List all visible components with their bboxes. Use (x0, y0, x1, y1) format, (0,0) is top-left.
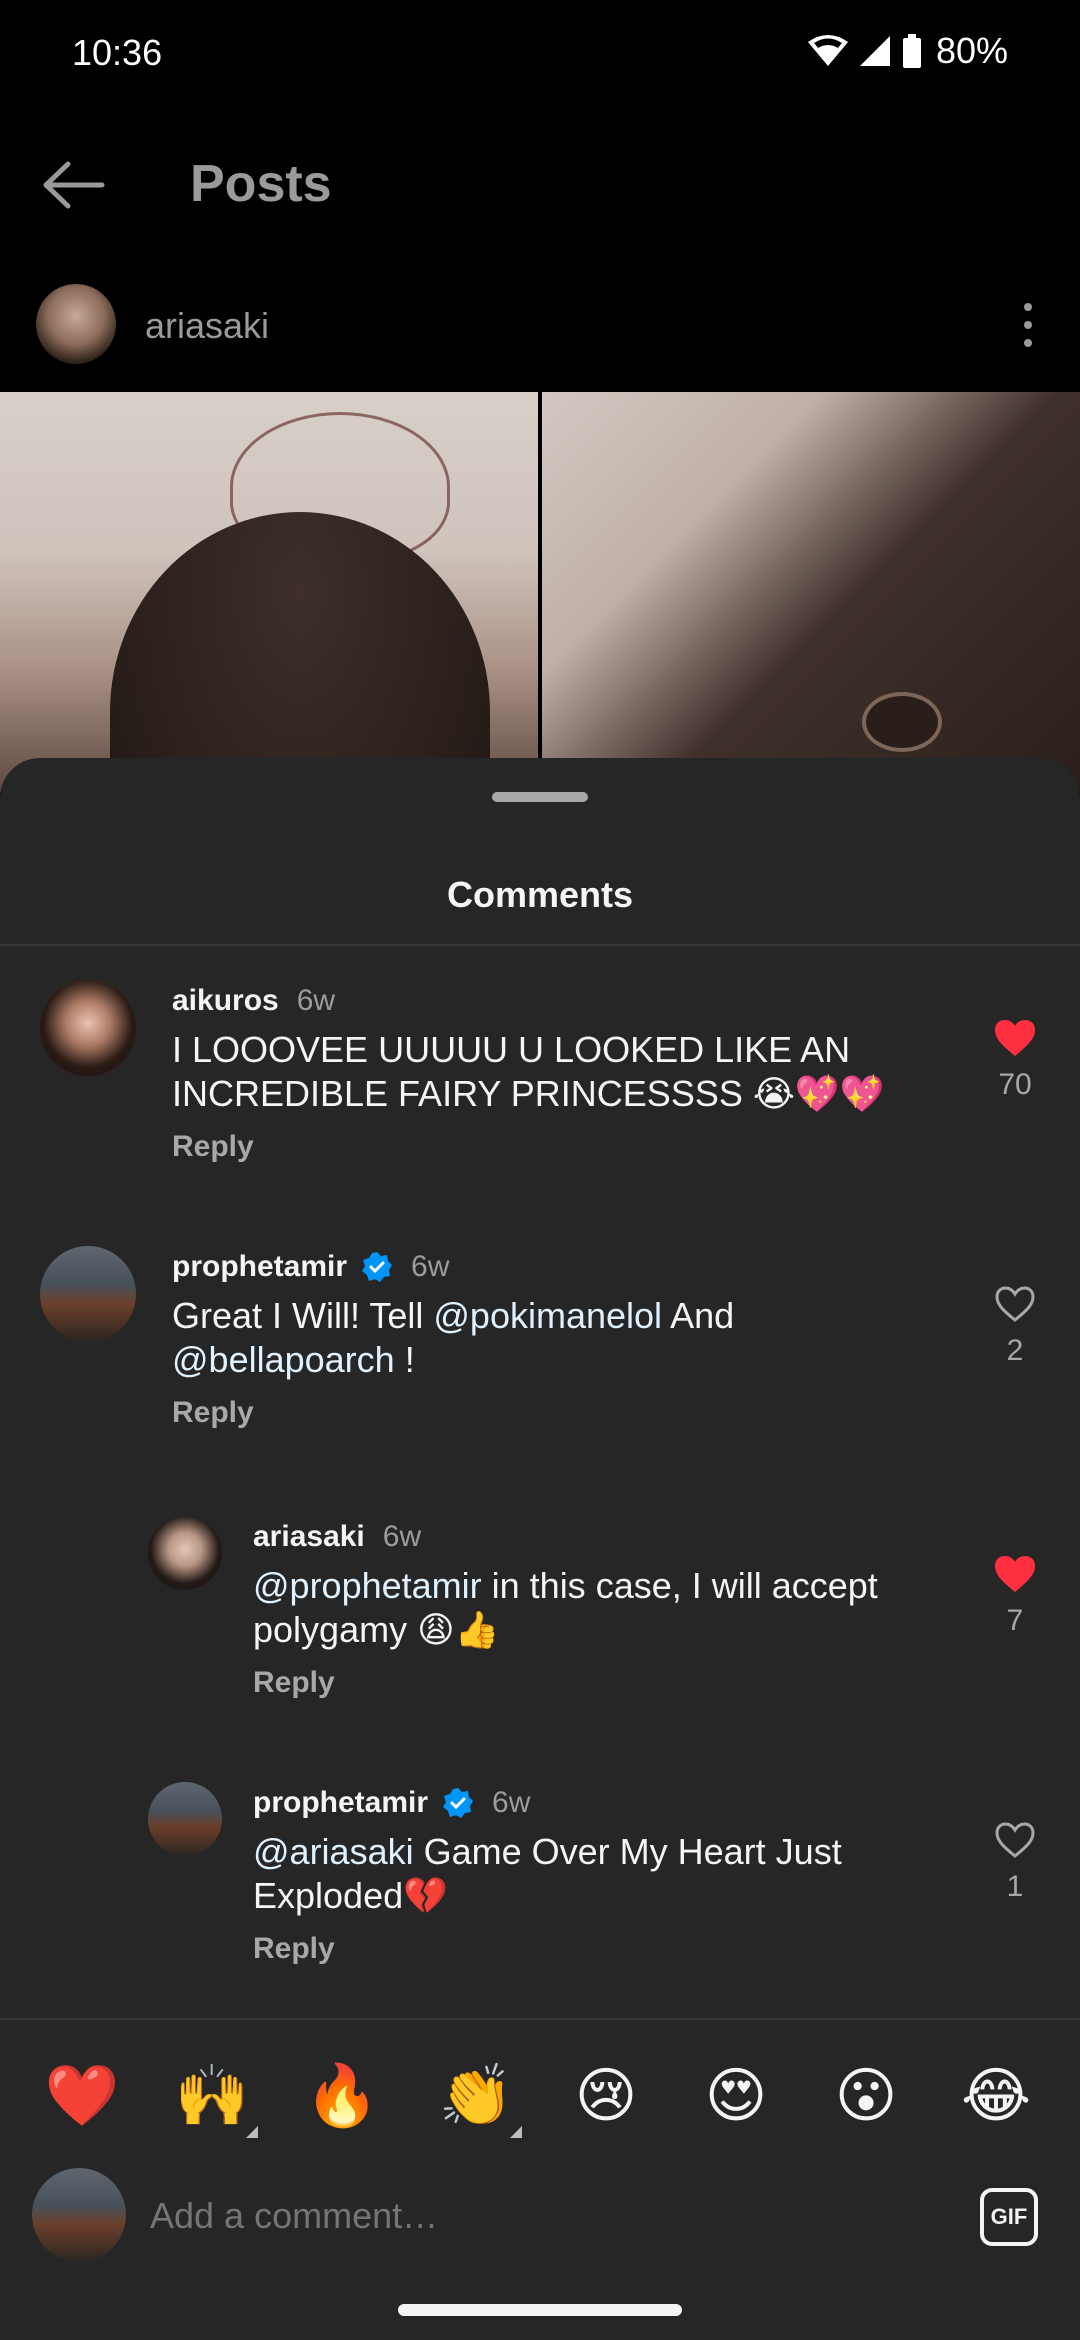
divider (0, 944, 1080, 946)
comment-text: Great I Will! Tell @pokimanelol And @bel… (172, 1294, 932, 1382)
status-time: 10:36 (72, 32, 163, 73)
like-count: 7 (1006, 1604, 1024, 1637)
reply-button[interactable]: Reply (253, 1666, 933, 1700)
like-group: 7 (980, 1554, 1050, 1638)
gif-button[interactable]: GIF (980, 2188, 1038, 2246)
emoji-glyph: 🙌 (174, 2061, 250, 2131)
post-author-avatar[interactable] (36, 284, 116, 364)
more-options-icon[interactable] (1016, 300, 1040, 350)
comment-time: 6w (411, 1250, 450, 1283)
emoji-raised-hands[interactable]: 🙌 (172, 2056, 258, 2138)
emoji-crying[interactable]: 😢 (566, 2056, 646, 2136)
back-arrow-icon[interactable] (38, 150, 108, 220)
avatar[interactable] (40, 1246, 136, 1342)
top-bar: Posts (0, 110, 1080, 260)
post-header: ariasaki (0, 260, 1080, 392)
comment-text: I LOOOVEE UUUUU U LOOKED LIKE AN INCREDI… (172, 1029, 885, 1114)
cell-signal-icon (859, 36, 890, 66)
comment-username[interactable]: aikuros (172, 984, 279, 1018)
comment-time: 6w (296, 984, 336, 1017)
like-count: 2 (1006, 1334, 1024, 1367)
post-image-right (542, 392, 1080, 792)
eye (862, 692, 942, 752)
like-group: 2 (980, 1284, 1050, 1368)
like-group: 1 (980, 1820, 1050, 1904)
like-count: 1 (1006, 1870, 1024, 1903)
comment-text-part: ! (394, 1339, 415, 1380)
comment-input[interactable] (150, 2188, 930, 2244)
current-user-avatar (32, 2168, 126, 2262)
verified-badge-icon (362, 1252, 393, 1282)
comment-username[interactable]: ariasaki (253, 1520, 365, 1554)
heart-filled-icon[interactable] (993, 1018, 1037, 1058)
post-image[interactable] (0, 392, 1080, 792)
comment-text-part: And (662, 1295, 735, 1336)
avatar[interactable] (148, 1782, 222, 1856)
reply-button[interactable]: Reply (172, 1130, 932, 1164)
battery-icon (902, 34, 921, 68)
emoji-surprised[interactable]: 😮 (826, 2056, 906, 2136)
emoji-heart[interactable]: ❤️ (42, 2056, 122, 2136)
comment-body: ariasaki 6w @prophetamir in this case, I… (253, 1516, 933, 1700)
mention-link[interactable]: @pokimanelol (433, 1295, 662, 1336)
post-image-left (0, 392, 538, 792)
home-indicator[interactable] (398, 2304, 682, 2316)
mention-link[interactable]: @prophetamir (253, 1565, 482, 1606)
status-icons: 80% (807, 30, 1008, 72)
avatar[interactable] (148, 1516, 222, 1590)
reply-button[interactable]: Reply (172, 1396, 932, 1430)
heart-filled-icon[interactable] (993, 1554, 1037, 1594)
status-bar: 10:36 80% (0, 0, 1080, 110)
emoji-heart-eyes[interactable]: 😍 (696, 2056, 776, 2136)
comment-text-part: Great I Will! Tell (172, 1295, 434, 1336)
comment-body: aikuros 6w I LOOOVEE UUUUU U LOOKED LIKE… (172, 980, 932, 1164)
comments-title: Comments (446, 874, 634, 915)
emoji-clap[interactable]: 👏 (436, 2056, 522, 2138)
heart-outline-icon[interactable] (993, 1284, 1037, 1324)
emoji-fire[interactable]: 🔥 (302, 2056, 382, 2136)
comment-username[interactable]: prophetamir (172, 1250, 347, 1284)
mention-link[interactable]: @bellapoarch (172, 1339, 395, 1380)
comment-body: prophetamir 6w Great I Will! Tell @pokim… (172, 1246, 932, 1430)
avatar[interactable] (40, 980, 136, 1076)
skin-tone-indicator (246, 2126, 258, 2138)
comment-composer: GIF (0, 2160, 1080, 2272)
drag-handle[interactable] (492, 792, 588, 802)
emoji-laughing[interactable]: 😂 (956, 2056, 1036, 2136)
skin-tone-indicator (510, 2126, 522, 2138)
comment-body: prophetamir 6w @ariasaki Game Over My He… (253, 1782, 933, 1966)
comment-text: @prophetamir in this case, I will accept… (253, 1564, 933, 1652)
hair (110, 512, 490, 792)
comment-time: 6w (382, 1520, 422, 1553)
battery-percent: 80% (935, 30, 1008, 71)
comment-text: @ariasaki Game Over My Heart Just Explod… (253, 1830, 933, 1918)
wifi-icon (807, 35, 848, 66)
heart-outline-icon[interactable] (993, 1820, 1037, 1860)
verified-badge-icon (443, 1788, 474, 1818)
mention-link[interactable]: @ariasaki (253, 1831, 414, 1872)
like-group: 70 (980, 1018, 1050, 1102)
like-count: 70 (998, 1068, 1032, 1101)
emoji-reaction-bar: ❤️ 🙌 🔥 👏 😢 😍 😮 😂 (0, 2018, 1080, 2160)
comment-username[interactable]: prophetamir (253, 1786, 428, 1820)
system-nav (0, 2272, 1080, 2340)
emoji-glyph: 👏 (438, 2061, 514, 2131)
page-title: Posts (190, 155, 332, 213)
comment-time: 6w (492, 1786, 531, 1819)
post-author-username[interactable]: ariasaki (145, 305, 269, 347)
reply-button[interactable]: Reply (253, 1932, 933, 1966)
